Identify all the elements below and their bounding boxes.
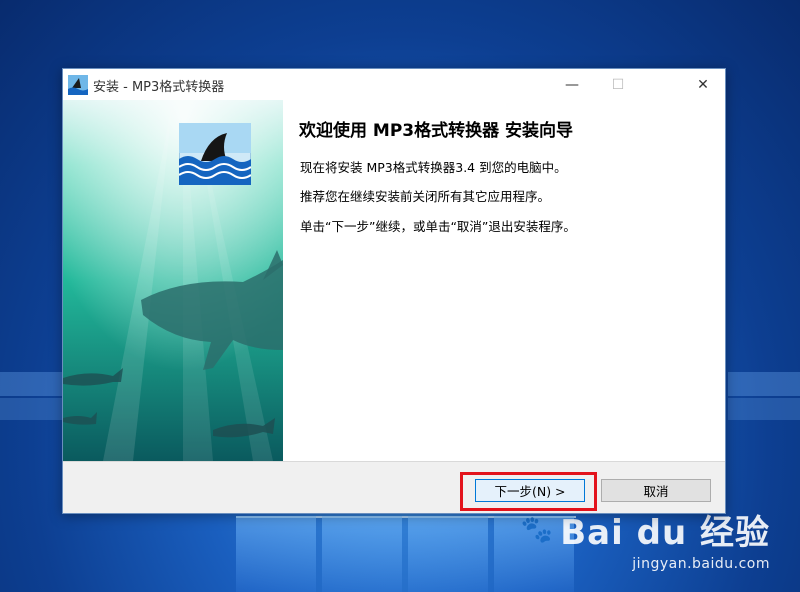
paw-icon: 🐾: [520, 514, 555, 545]
close-icon: ✕: [697, 76, 709, 93]
close-button[interactable]: ✕: [681, 69, 725, 100]
baidu-watermark: 🐾 Bai du 经验 jingyan.baidu.com: [521, 505, 770, 572]
installer-window: 安装 - MP3格式转换器 — ☐ ✕ 欢迎使用 MP3格式转换器 安装向导 现…: [62, 68, 726, 514]
windows-logo-pane: [322, 516, 402, 592]
wizard-heading: 欢迎使用 MP3格式转换器 安装向导: [299, 121, 574, 141]
app-icon: [68, 75, 88, 95]
title-bar[interactable]: 安装 - MP3格式转换器 — ☐ ✕: [63, 69, 725, 100]
next-button-highlight-box: [460, 472, 597, 511]
maximize-icon: ☐: [611, 76, 625, 93]
maximize-button[interactable]: ☐: [595, 69, 641, 100]
wizard-content: 欢迎使用 MP3格式转换器 安装向导 现在将安装 MP3格式转换器3.4 到您的…: [283, 100, 725, 461]
light-beam: [728, 372, 800, 396]
wizard-footer: 下一步(N) > 取消: [63, 462, 725, 513]
light-beam: [728, 398, 800, 420]
windows-logo-pane: [236, 516, 316, 592]
instruction-text: 单击“下一步”继续，或单击“取消”退出安装程序。: [300, 219, 576, 234]
windows-logo-pane: [408, 516, 488, 592]
wizard-side-image: [63, 100, 283, 461]
close-apps-text: 推荐您在继续安装前关闭所有其它应用程序。: [300, 189, 551, 204]
cancel-button[interactable]: 取消: [601, 479, 711, 502]
install-info-text: 现在将安装 MP3格式转换器3.4 到您的电脑中。: [300, 160, 567, 175]
baidu-url: jingyan.baidu.com: [632, 556, 770, 572]
minimize-button[interactable]: —: [549, 69, 595, 100]
light-beam: [0, 372, 62, 396]
window-title: 安装 - MP3格式转换器: [93, 80, 225, 95]
light-beam: [0, 398, 62, 420]
shark-fin-logo: [179, 123, 251, 185]
minimize-icon: —: [565, 76, 579, 93]
